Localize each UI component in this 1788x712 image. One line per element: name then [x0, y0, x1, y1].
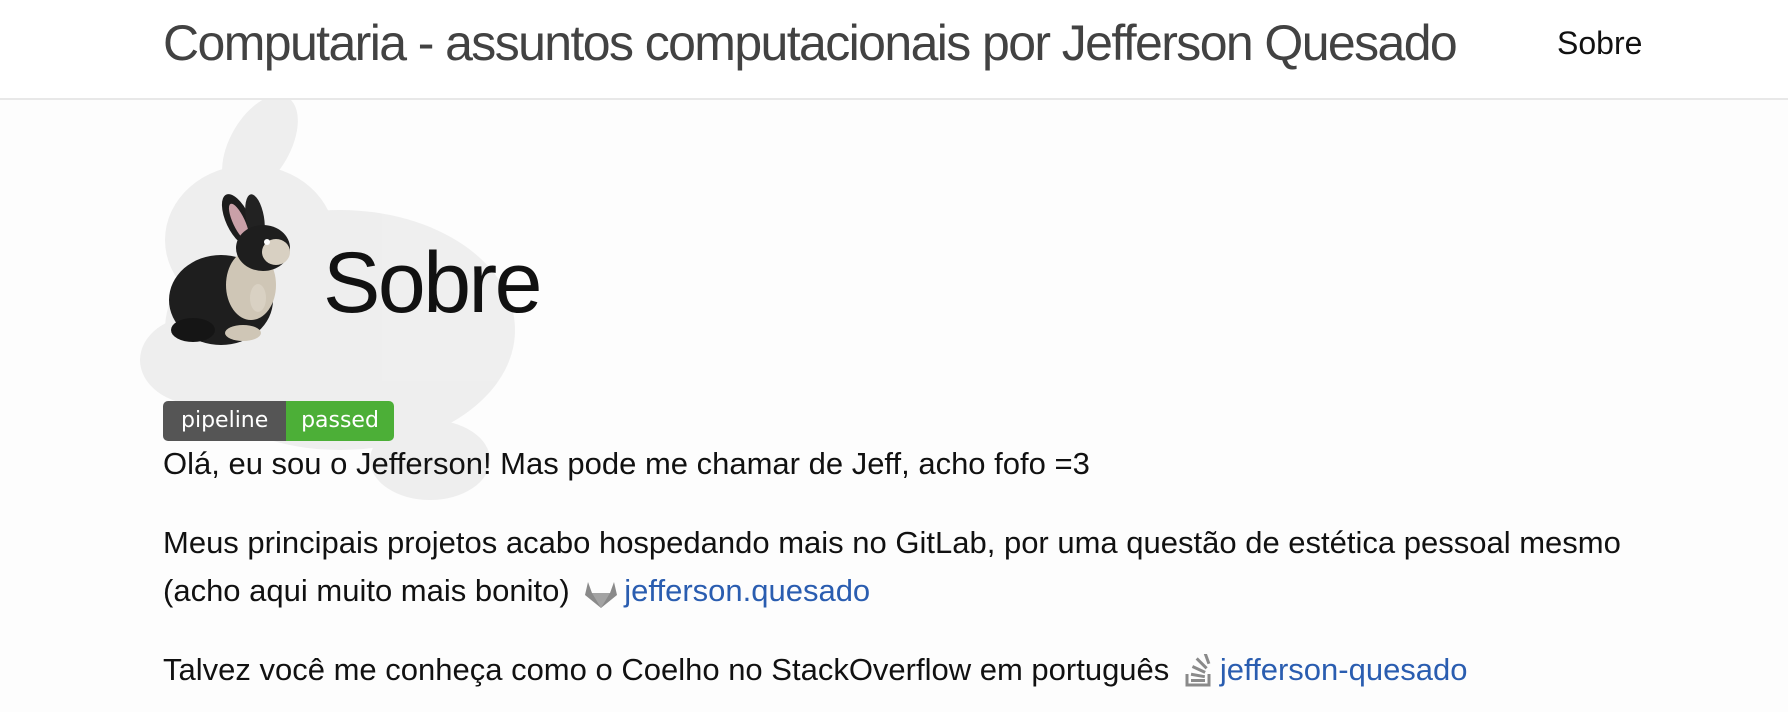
- site-header: Computaria - assuntos computacionais por…: [0, 0, 1788, 100]
- badge-status: passed: [286, 401, 394, 441]
- nav-link-sobre[interactable]: Sobre: [1557, 25, 1642, 62]
- intro-paragraph: Olá, eu sou o Jefferson! Mas pode me cha…: [163, 446, 1090, 481]
- gitlab-paragraph-text: Meus principais projetos acabo hospedand…: [163, 525, 1621, 608]
- badge-label: pipeline: [163, 401, 286, 441]
- gitlab-icon: [585, 582, 618, 608]
- gitlab-paragraph: Meus principais projetos acabo hospedand…: [163, 519, 1623, 615]
- stackoverflow-icon: [1185, 654, 1211, 687]
- stackoverflow-paragraph-text: Talvez você me conheça como o Coelho no …: [163, 652, 1170, 687]
- stackoverflow-paragraph: Talvez você me conheça como o Coelho no …: [163, 646, 1468, 694]
- page-title: Sobre: [323, 235, 543, 331]
- gitlab-profile-link[interactable]: jefferson.quesado: [624, 573, 870, 608]
- site-title-link[interactable]: Computaria - assuntos computacionais por…: [163, 14, 1458, 72]
- pipeline-status-badge[interactable]: pipeline passed: [163, 401, 394, 441]
- bunny-logo: [169, 194, 290, 345]
- stackoverflow-profile-link[interactable]: jefferson-quesado: [1220, 652, 1468, 687]
